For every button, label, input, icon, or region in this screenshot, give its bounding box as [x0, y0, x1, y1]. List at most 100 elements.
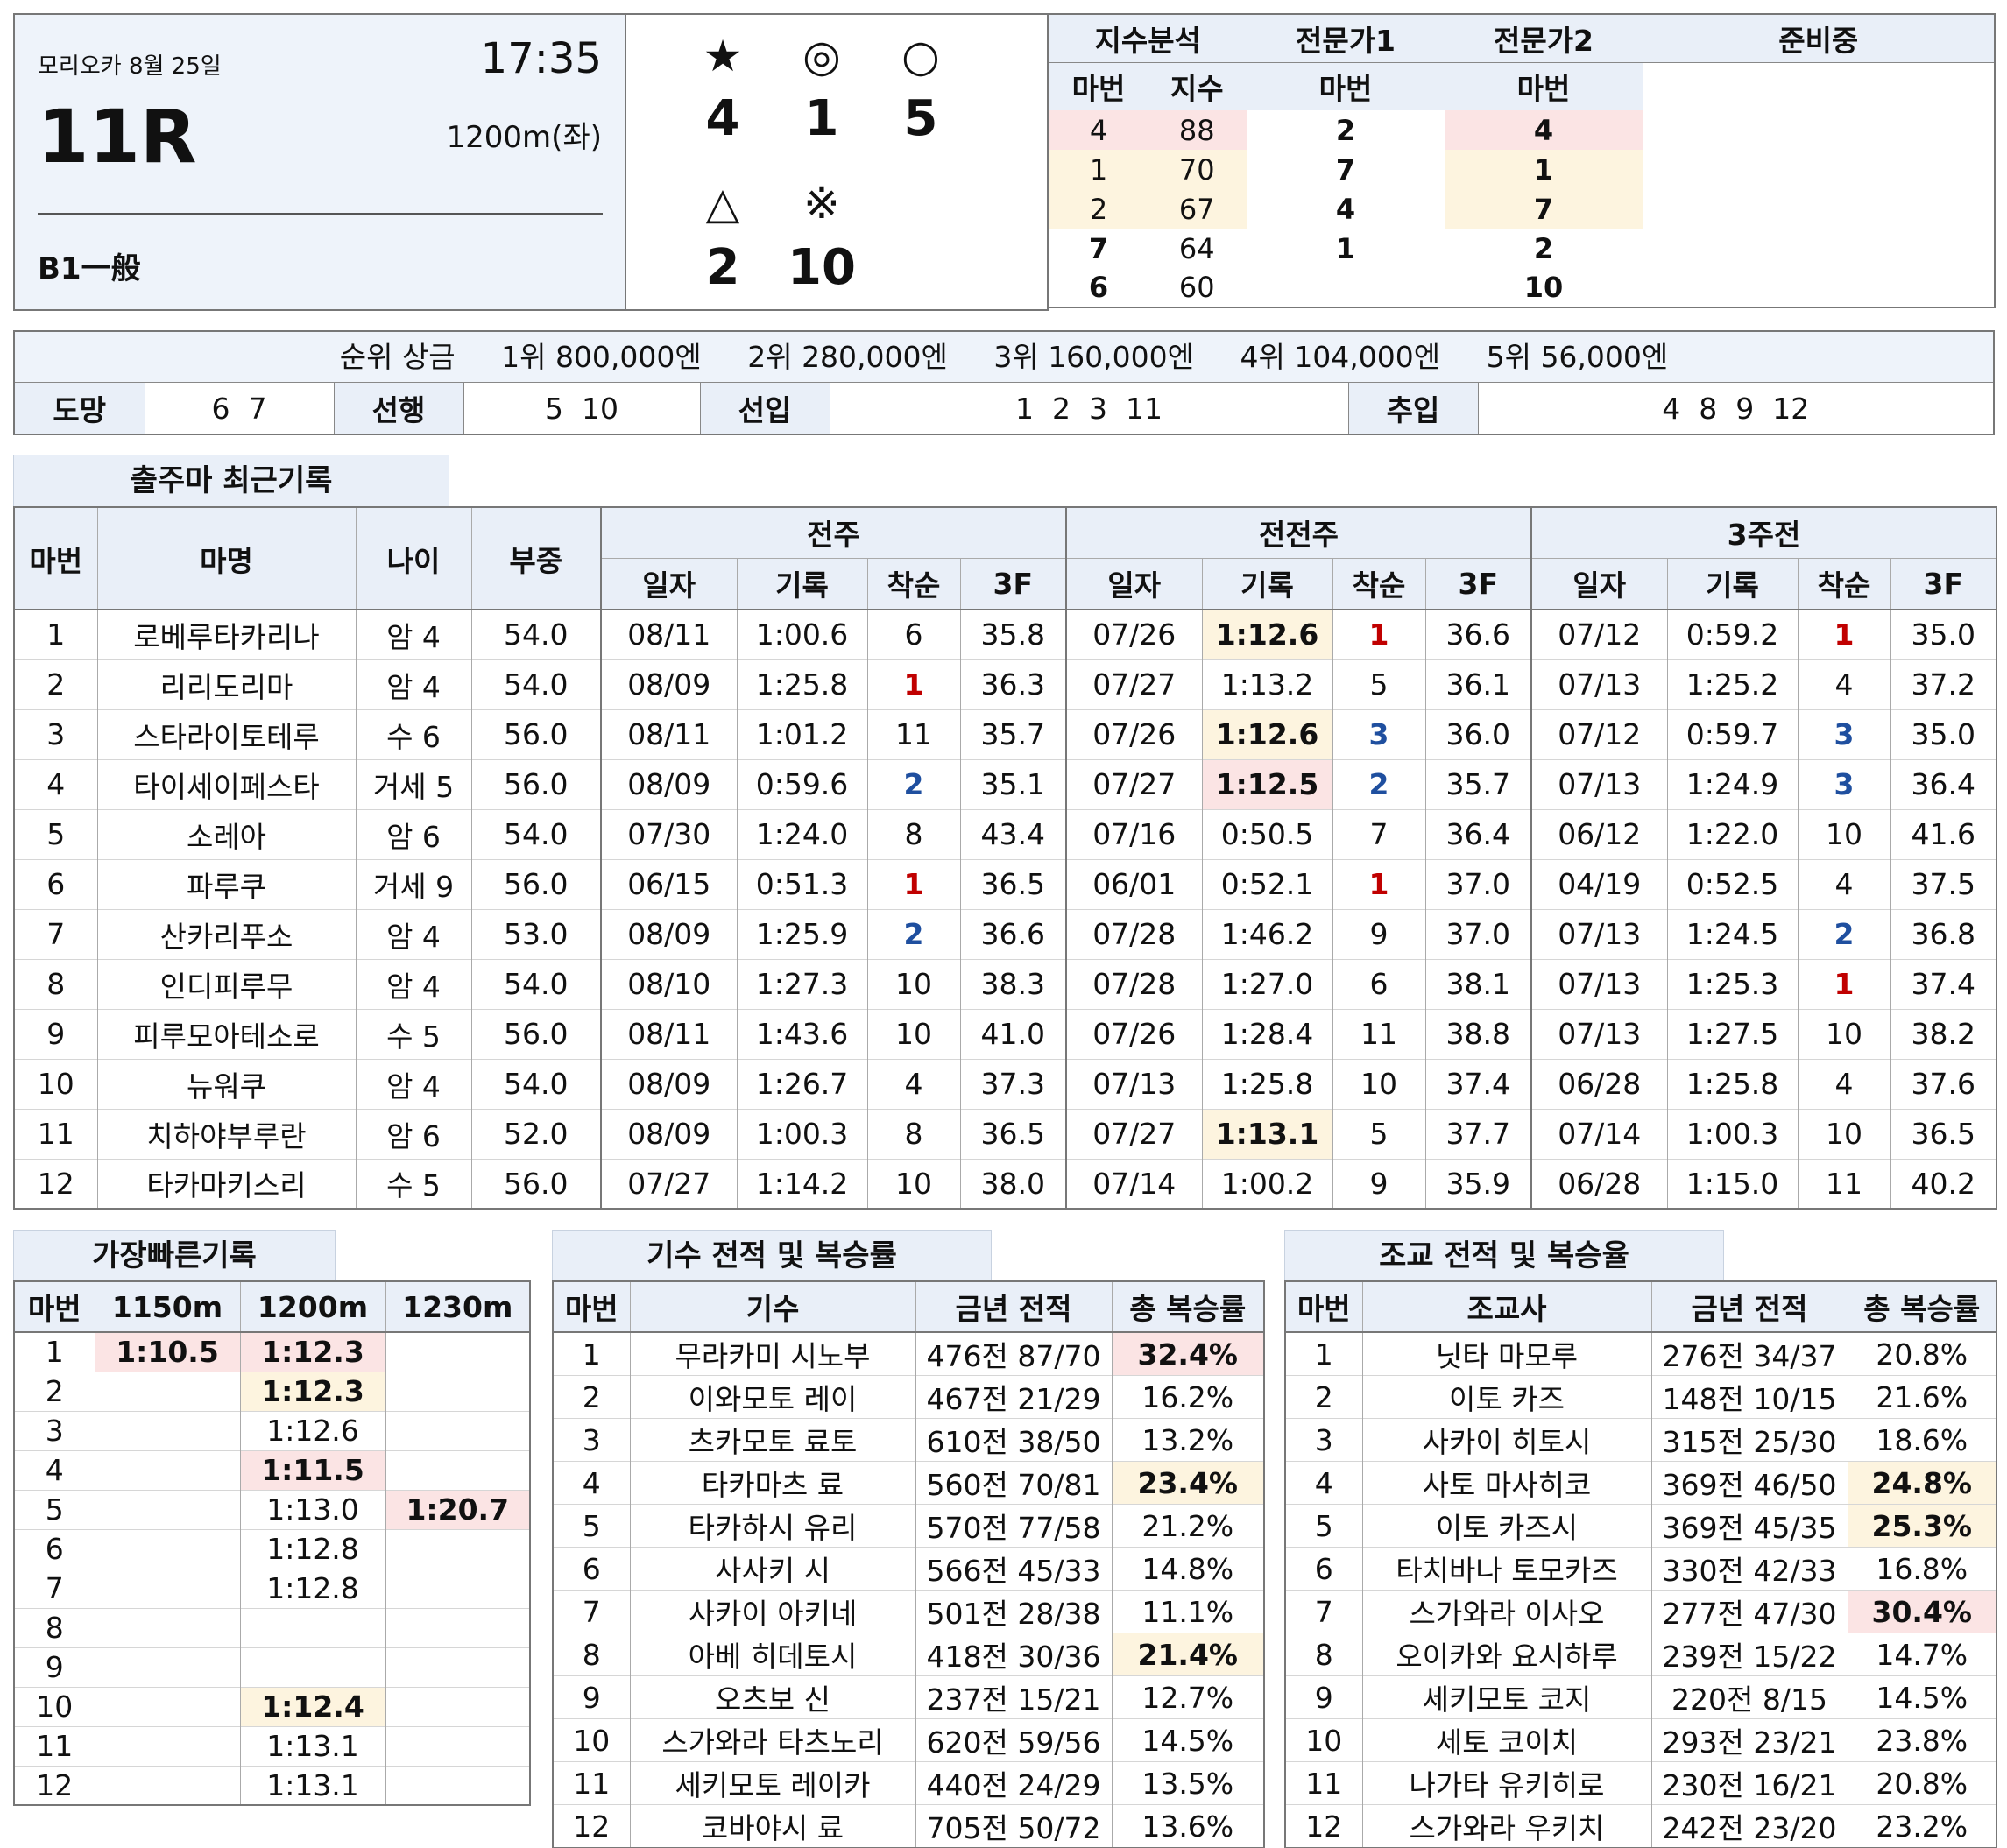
race-date: 07/30 [600, 808, 737, 859]
trainer-name: 스가와라 우키치 [1361, 1804, 1651, 1848]
race-time: 0:52.1 [1201, 858, 1332, 909]
time-1230m [385, 1528, 530, 1569]
recent-row: 1 로베루타카리나 암 4 54.0 08/11 1:00.6 6 35.8 07/26 1:12… [14, 609, 1996, 659]
race-time: 17:35 [480, 34, 602, 83]
index-subheader-row: 마번 지수 마번 마번 [1049, 61, 1995, 307]
trainer-name: 이토 카즈 [1361, 1375, 1651, 1419]
time-1150m [94, 1725, 240, 1766]
place-rate: 13.5% [1111, 1761, 1264, 1805]
time-1200m: 1:12.8 [239, 1568, 385, 1608]
trainer-records-body: 1 닛타 마모루 276전 34/37 20.8% 2 이토 카즈 148전 10/15 21… [1285, 1331, 1996, 1848]
year-record: 293전 23/21 [1650, 1718, 1848, 1762]
horse-name: 스타라이토테루 [96, 709, 356, 759]
expert1-pick: 2 [1246, 110, 1445, 150]
race-time: 1:15.0 [1666, 1158, 1798, 1209]
horse-no: 5 [553, 1504, 630, 1548]
recent-row: 5 소레아 암 6 54.0 07/30 1:24.0 8 43.4 07/16 0:50.5 7 3… [14, 808, 1996, 859]
reference-mark-symbol: ※ [803, 178, 840, 229]
race-3f: 36.1 [1424, 659, 1531, 709]
race-rank: 6 [866, 609, 960, 659]
horse-no: 7 [14, 908, 97, 959]
col-age: 나이 [355, 506, 471, 610]
sub-rank: 착순 [1797, 557, 1890, 610]
race-date: 07/27 [600, 1158, 737, 1209]
year-record: 369전 45/35 [1650, 1504, 1848, 1548]
jockey-name: 타카하시 유리 [629, 1504, 915, 1548]
horse-no: 1 [14, 609, 97, 659]
recent-header-row: 마번 마명 나이 부중 전주 전전주 3주전 [14, 506, 1996, 610]
time-1200m: 1:12.6 [239, 1410, 385, 1450]
horse-no: 5 [1285, 1504, 1362, 1548]
race-3f: 36.6 [959, 908, 1066, 959]
race-rank: 8 [866, 808, 960, 859]
place-rate: 11.1% [1111, 1590, 1264, 1633]
index-analysis-header: 지수분석 [1049, 14, 1247, 63]
race-3f: 37.0 [1424, 858, 1531, 909]
time-1150m [94, 1647, 240, 1687]
race-3f: 37.3 [959, 1058, 1066, 1109]
place-rate: 14.5% [1847, 1675, 1996, 1719]
race-date: 07/26 [1065, 1008, 1202, 1059]
pick-hole: 10 [788, 239, 856, 296]
expert1-header: 전문가1 [1246, 14, 1445, 63]
year-record: 237전 15/21 [915, 1675, 1112, 1719]
pick-tanana: 5 [903, 90, 938, 147]
running-style-table: 도망 6 7 선행 5 10 선입 1 2 3 11 추입 4 8 9 12 [15, 383, 1993, 434]
race-3f: 35.1 [959, 758, 1066, 809]
horse-age: 암 4 [355, 659, 471, 709]
race-time: 1:24.9 [1666, 758, 1798, 809]
race-3f: 37.7 [1424, 1108, 1531, 1159]
horse-age: 암 4 [355, 958, 471, 1009]
prize-row: 순위 상금 1위 800,000엔 2위 280,000엔 3위 160,000… [15, 332, 1993, 383]
horse-no: 6 [14, 1528, 95, 1569]
trainer-name: 나가타 유키히로 [1361, 1761, 1651, 1805]
horse-no: 9 [14, 1008, 97, 1059]
circle-symbol: ○ [901, 31, 940, 81]
race-3f: 35.9 [1424, 1158, 1531, 1209]
race-time: 1:27.0 [1201, 958, 1332, 1009]
race-3f: 38.8 [1424, 1008, 1531, 1059]
race-3f: 40.2 [1890, 1158, 1996, 1209]
index-horse-no: 2 [1049, 189, 1148, 229]
place-rate: 30.4% [1847, 1590, 1996, 1633]
horse-no: 6 [1285, 1547, 1362, 1591]
year-record: 418전 30/36 [915, 1633, 1112, 1676]
race-date: 07/12 [1530, 709, 1667, 759]
fastest-row: 7 1:12.8 [14, 1568, 530, 1608]
index-value: 60 [1178, 271, 1215, 304]
trainer-col-record: 금년 전적 [1650, 1281, 1848, 1332]
race-rank: 4 [1797, 1058, 1890, 1109]
time-1230m [385, 1765, 530, 1805]
year-record: 315전 25/30 [1650, 1418, 1848, 1462]
expert1-pick [1246, 268, 1445, 307]
race-rank: 3 [1797, 709, 1890, 759]
time-1230m [385, 1371, 530, 1411]
fastest-row: 10 1:12.4 [14, 1686, 530, 1726]
time-1230m [385, 1725, 530, 1766]
place-rate: 23.8% [1847, 1718, 1996, 1762]
horse-weight: 56.0 [470, 1158, 601, 1209]
fastest-row: 4 1:11.5 [14, 1449, 530, 1490]
horse-no: 12 [14, 1158, 97, 1209]
time-1200m: 1:12.4 [239, 1686, 385, 1726]
time-1200m: 1:11.5 [239, 1449, 385, 1490]
front-horses: 5 10 [463, 383, 700, 434]
race-time: 1:13.2 [1201, 659, 1332, 709]
race-date: 08/09 [600, 908, 737, 959]
horse-no: 12 [553, 1804, 630, 1848]
horse-no: 11 [14, 1725, 95, 1766]
jockey-row: 5 타카하시 유리 570전 77/58 21.2% [553, 1504, 1264, 1548]
horse-no: 5 [14, 808, 97, 859]
race-date: 07/26 [1065, 709, 1202, 759]
expert1-pick: 4 [1246, 189, 1445, 229]
trainer-row: 3 사카이 히토시 315전 25/30 18.6% [1285, 1418, 1996, 1462]
race-3f: 35.0 [1890, 709, 1996, 759]
jockey-name: 타카마츠 료 [629, 1461, 915, 1505]
index-horse-no: 6 [1088, 271, 1109, 304]
expert1-pick: 1 [1246, 229, 1445, 268]
trainer-name: 세키모토 코지 [1361, 1675, 1651, 1719]
race-time: 0:52.5 [1666, 858, 1798, 909]
year-record: 369전 46/50 [1650, 1461, 1848, 1505]
front-label: 선행 [333, 383, 463, 434]
horse-name: 치하야부루란 [96, 1108, 356, 1159]
